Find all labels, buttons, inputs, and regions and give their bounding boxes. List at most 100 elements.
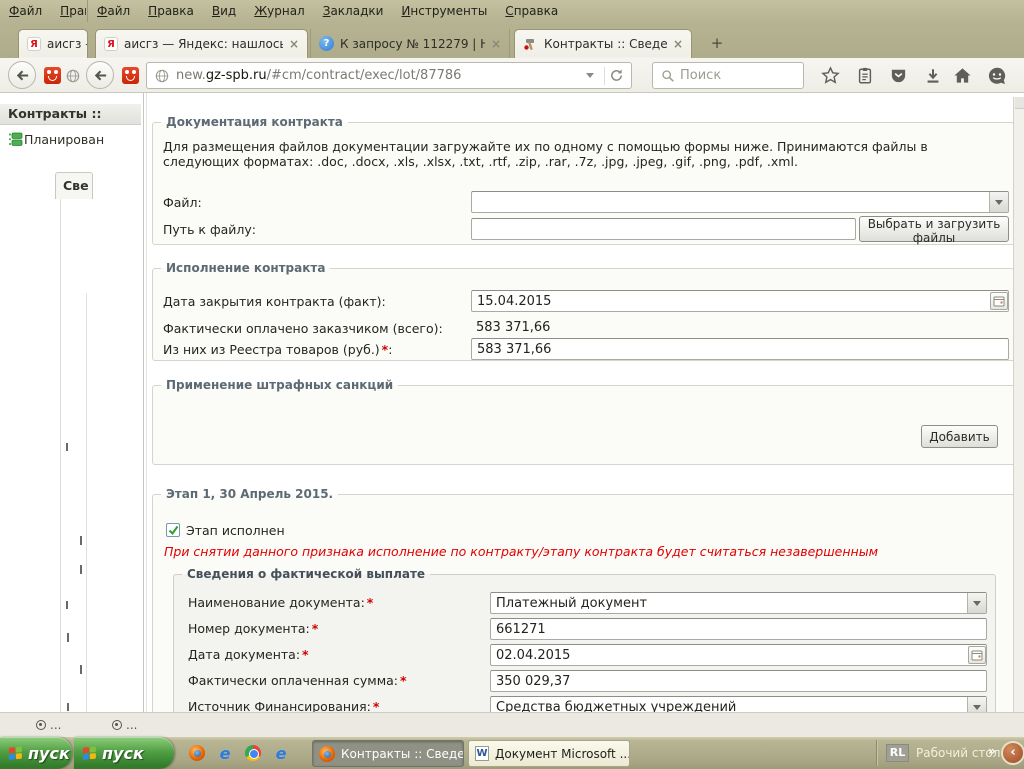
calendar-icon[interactable] xyxy=(968,646,986,664)
document-number-input[interactable] xyxy=(490,618,987,640)
paid-amount-input[interactable] xyxy=(490,670,987,692)
status-fragment: ... xyxy=(112,718,137,732)
downloads-icon[interactable] xyxy=(922,65,943,86)
bookmark-star-icon[interactable] xyxy=(820,65,841,86)
window-edge-highlight xyxy=(146,93,147,712)
globe-icon xyxy=(66,69,80,83)
url-text: new.gz-spb.ru/#cm/contract/exec/lot/8778… xyxy=(176,68,462,83)
stage-1-section: Этап 1, 30 Апрель 2015. Этап исполнен Пр… xyxy=(152,487,1019,712)
language-indicator[interactable]: RL xyxy=(886,744,909,762)
tab-label: Контракты :: Сведения об ... xyxy=(544,37,667,51)
back-button[interactable] xyxy=(86,61,114,89)
sidebar-tab-svedeniya[interactable]: Све xyxy=(55,172,93,199)
toolbar-overflow-chevron[interactable]: » xyxy=(988,744,996,758)
reload-icon[interactable] xyxy=(609,68,624,83)
tabbar: Я аисгз — Я аисгз — Яндекс: нашлось 2...… xyxy=(0,22,1024,58)
url-bar[interactable]: new.gz-spb.ru/#cm/contract/exec/lot/8778… xyxy=(146,62,632,89)
sidebar-header: Контракты :: xyxy=(0,104,141,125)
quick-launch-chrome-icon[interactable] xyxy=(244,744,262,762)
document-date-input[interactable] xyxy=(490,644,987,666)
tab-close-icon[interactable]: × xyxy=(673,37,683,51)
required-asterisk: * xyxy=(366,595,374,610)
menu-file[interactable]: Файл xyxy=(0,3,51,19)
vertical-scrollbar[interactable] xyxy=(1013,97,1024,712)
taskbar-window-word-document[interactable]: W Документ Microsoft ... xyxy=(468,740,630,767)
tray-divider xyxy=(876,740,877,766)
start-button[interactable]: пуск xyxy=(74,737,174,769)
chevron-down-icon[interactable] xyxy=(989,192,1008,212)
start-label: пуск xyxy=(102,743,144,763)
add-penalty-button[interactable]: Добавить xyxy=(921,425,998,448)
taskbar-window-label: Контракты :: Сведе... xyxy=(341,746,464,761)
tab-yandex-search[interactable]: Я аисгз — Яндекс: нашлось 2... × xyxy=(95,29,308,58)
upload-files-button[interactable]: Выбрать и загрузить файлы xyxy=(859,216,1009,245)
file-label: Файл: xyxy=(163,195,202,210)
menu-history[interactable]: Журнал xyxy=(245,3,314,19)
status-globe-icon xyxy=(36,720,46,730)
menubar-front-window: Файл Правка Вид Журнал Закладки Инструменты Сп… xyxy=(88,3,1018,19)
document-name-select[interactable]: Платежный документ xyxy=(490,592,987,614)
menu-view[interactable]: Вид xyxy=(203,3,245,19)
stage-completed-checkbox[interactable] xyxy=(166,523,180,537)
quick-launch-firefox-icon[interactable] xyxy=(188,744,206,762)
required-asterisk: * xyxy=(372,699,380,712)
tab-helpdesk[interactable]: ? К запросу № 112279 | HelpD... × xyxy=(310,29,510,58)
url-dropdown-icon[interactable] xyxy=(586,73,594,78)
contract-documentation-section: Документация контракта Для размещения фа… xyxy=(152,115,1019,245)
chevron-down-icon[interactable] xyxy=(967,593,986,613)
start-button[interactable]: пуск xyxy=(0,737,72,769)
close-date-input[interactable] xyxy=(471,290,1009,312)
word-icon: W xyxy=(475,746,489,761)
bookmarks-menu-icon[interactable] xyxy=(854,65,875,86)
document-date-label: Дата документа: * xyxy=(188,647,309,662)
search-input[interactable] xyxy=(680,68,790,83)
navigation-toolbar: new.gz-spb.ru/#cm/contract/exec/lot/8778… xyxy=(0,58,1024,93)
home-icon[interactable] xyxy=(952,65,973,86)
tab-close-icon[interactable]: × xyxy=(491,37,501,51)
quick-launch-ie-icon[interactable]: e xyxy=(272,744,290,763)
section-legend: Применение штрафных санкций xyxy=(166,378,394,392)
windows-flag-icon xyxy=(82,746,96,760)
file-select[interactable] xyxy=(471,191,1009,213)
firefox-icon xyxy=(319,745,335,762)
quick-launch-ie-icon[interactable]: e xyxy=(216,744,234,763)
aisgz-app-icon xyxy=(122,67,139,84)
menu-help[interactable]: Справка xyxy=(496,3,567,19)
taskbar: пуск пуск e e Контракты :: Сведе... W До… xyxy=(0,737,1024,769)
menubar-back-window: ФайлПравка xyxy=(0,3,86,19)
tab-close-icon[interactable]: × xyxy=(289,37,299,51)
start-label: пуск xyxy=(28,743,70,763)
toolbar-expand-icon[interactable]: ‹ xyxy=(1001,741,1024,765)
contract-execution-section: Исполнение контракта Дата закрытия контр… xyxy=(152,261,1019,361)
chevron-down-icon[interactable] xyxy=(967,697,986,712)
paid-total-value: 583 371,66 xyxy=(476,320,551,335)
section-legend: Этап 1, 30 Апрель 2015. xyxy=(166,487,334,501)
search-box xyxy=(652,62,804,89)
section-legend: Исполнение контракта xyxy=(166,261,326,275)
payment-info-section: Сведения о фактической выплате Наименова… xyxy=(173,567,996,712)
file-path-input[interactable] xyxy=(471,218,856,240)
funding-source-select[interactable]: Средства бюджетных учреждений xyxy=(490,696,987,712)
stage-warning-text: При снятии данного признака исполнение п… xyxy=(164,544,879,559)
menu-tools[interactable]: Инструменты xyxy=(392,3,496,19)
registry-amount-input[interactable] xyxy=(471,338,1009,360)
sidebar-item-planning[interactable]: Планирован xyxy=(8,132,140,147)
tab-contracts-active[interactable]: Контракты :: Сведения об ... × xyxy=(514,29,692,58)
panel-divider xyxy=(60,199,61,712)
new-tab-button[interactable]: + xyxy=(704,34,730,54)
tab-label: аисгз — Яндекс: нашлось 2... xyxy=(124,37,283,51)
document-number-label: Номер документа: * xyxy=(188,621,319,636)
menu-bookmarks[interactable]: Закладки xyxy=(314,3,393,19)
hello-chat-icon[interactable] xyxy=(986,65,1007,86)
menubar: ФайлПравка ФайлПравкаВидЖурналЗакладкиИн… xyxy=(0,0,1024,22)
menu-edit[interactable]: Правка xyxy=(51,3,86,19)
pocket-icon[interactable] xyxy=(888,65,909,86)
calendar-icon[interactable] xyxy=(990,292,1008,310)
back-button[interactable] xyxy=(8,61,36,89)
taskbar-window-contracts[interactable]: Контракты :: Сведе... xyxy=(312,740,464,767)
tab-aisgz-partial[interactable]: Я аисгз — xyxy=(18,29,88,58)
required-asterisk: * xyxy=(400,673,407,688)
menu-file[interactable]: Файл xyxy=(88,3,139,19)
status-globe-icon xyxy=(112,720,122,730)
menu-edit[interactable]: Правка xyxy=(139,3,203,19)
